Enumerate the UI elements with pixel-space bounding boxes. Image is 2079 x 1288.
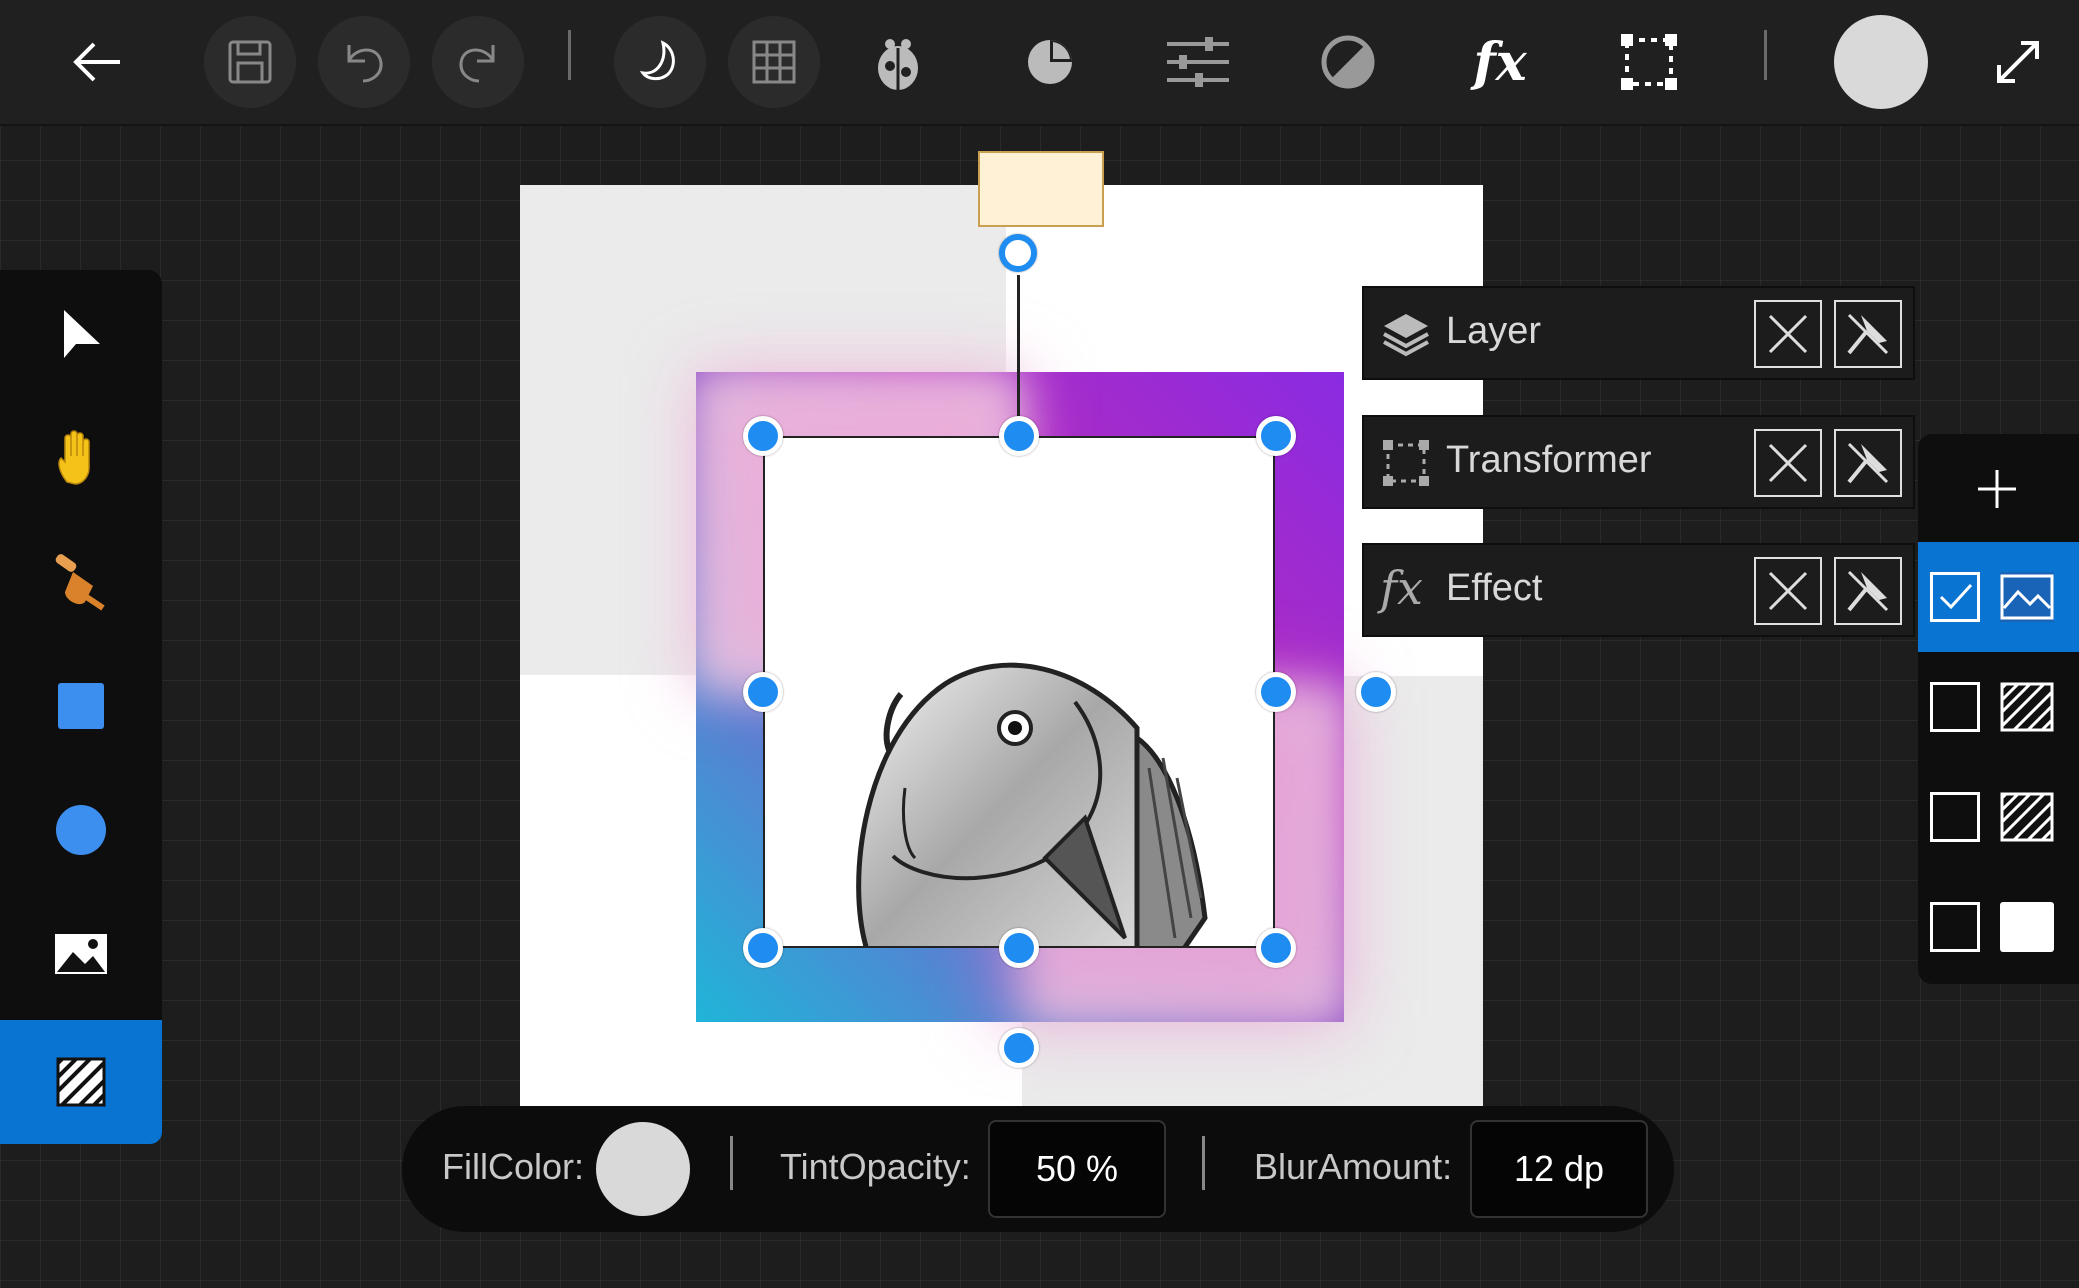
circle-icon [56,805,106,855]
layer-thumbnail [2000,682,2054,732]
close-icon [1768,314,1808,354]
resize-handle-bottom-left[interactable] [743,928,783,968]
plus-icon [1978,470,2016,508]
layer-panel: Layer [1362,286,1915,380]
layer-panel-title: Layer [1446,310,1542,352]
pin-icon [1847,313,1889,355]
rectangle-tool[interactable] [0,644,162,768]
select-tool[interactable] [0,272,162,396]
bug-icon[interactable] [852,16,944,108]
property-divider [730,1136,733,1190]
anchor-handle-right[interactable] [1356,672,1396,712]
layer-row[interactable] [1918,762,2079,872]
layer-visibility-checkbox[interactable] [1930,572,1980,622]
layer-thumbnail [2000,792,2054,842]
hatch-icon [56,1057,106,1107]
selected-image[interactable] [763,436,1275,948]
fx-icon[interactable]: fx [1454,16,1546,108]
transform-icon [1383,440,1429,486]
layers-icon [1383,314,1429,357]
rotation-handle[interactable] [999,234,1037,272]
layer-thumbnail [2000,902,2054,952]
close-button[interactable] [1754,300,1822,368]
close-icon [1768,571,1808,611]
fx-icon: fx [1380,561,1423,615]
redo-icon[interactable] [432,16,524,108]
check-icon [1939,583,1973,610]
sticky-note[interactable] [978,151,1104,227]
blur-amount-label: BlurAmount: [1254,1146,1453,1187]
grid-icon[interactable] [728,16,820,108]
add-layer-button[interactable] [1918,434,2079,544]
moon-icon[interactable] [614,16,706,108]
layer-list [1918,434,2079,984]
layer-visibility-checkbox[interactable] [1930,682,1980,732]
resize-handle-top-right[interactable] [1256,416,1296,456]
layer-row[interactable] [1918,542,2079,652]
layer-row[interactable] [1918,872,2079,982]
brush-icon [55,554,105,611]
layer-visibility-checkbox[interactable] [1930,792,1980,842]
property-divider [1202,1136,1205,1190]
close-icon [1768,443,1808,483]
pin-button[interactable] [1834,557,1902,625]
back-arrow-icon[interactable] [52,16,144,108]
toolbar-divider [568,30,571,80]
sliders-icon[interactable] [1152,16,1244,108]
resize-handle-right[interactable] [1256,672,1296,712]
layer-visibility-checkbox[interactable] [1930,902,1980,952]
tint-opacity-label: TintOpacity: [780,1146,971,1187]
hatch-icon [2000,682,2054,732]
close-button[interactable] [1754,557,1822,625]
resize-handle-top[interactable] [999,416,1039,456]
save-icon[interactable] [204,16,296,108]
fill-color-label: FillColor: [442,1146,585,1187]
tools-panel [0,270,162,1144]
image-icon [55,934,107,974]
image-tool[interactable] [0,892,162,1016]
resize-handle-bottom-right[interactable] [1256,928,1296,968]
fish-image [856,662,1208,946]
toolbar-divider [1764,30,1767,80]
resize-handle-left[interactable] [743,672,783,712]
fx-label: fx [1473,31,1527,93]
transform-icon[interactable] [1603,16,1695,108]
property-bar: FillColor: TintOpacity: 50 % BlurAmount:… [402,1106,1674,1232]
fill-color-swatch[interactable] [596,1122,690,1216]
rotation-line [1017,275,1020,435]
transformer-panel-title: Transformer [1446,439,1652,481]
blur-amount-input[interactable]: 12 dp [1470,1120,1648,1218]
tint-opacity-input[interactable]: 50 % [988,1120,1166,1218]
top-toolbar: fx [0,0,2079,126]
image-icon [2000,574,2054,620]
pan-tool[interactable] [0,396,162,520]
effect-panel-title: Effect [1446,567,1543,609]
acrylic-tool[interactable] [0,1020,162,1144]
resize-handle-top-left[interactable] [743,416,783,456]
color-swatch[interactable] [1834,15,1928,109]
ellipse-tool[interactable] [0,768,162,892]
anchor-handle-bottom[interactable] [999,1028,1039,1068]
pin-icon [1847,570,1889,612]
effect-panel: fx Effect [1362,543,1915,637]
pin-button[interactable] [1834,300,1902,368]
undo-icon[interactable] [318,16,410,108]
pin-button[interactable] [1834,429,1902,497]
resize-handle-bottom[interactable] [999,928,1039,968]
brush-tool[interactable] [0,520,162,644]
contrast-icon[interactable] [1302,16,1394,108]
drawing-canvas[interactable] [520,151,1483,1106]
layer-row[interactable] [1918,652,2079,762]
layer-thumbnail [2000,572,2054,622]
expand-icon[interactable] [1972,16,2064,108]
close-button[interactable] [1754,429,1822,497]
square-icon [58,683,104,729]
hand-icon [58,430,90,485]
pin-icon [1847,442,1889,484]
pointer-arrow-icon [64,310,100,358]
pie-chart-icon[interactable] [1004,16,1096,108]
transformer-panel: Transformer [1362,415,1915,509]
hatch-icon [2000,792,2054,842]
